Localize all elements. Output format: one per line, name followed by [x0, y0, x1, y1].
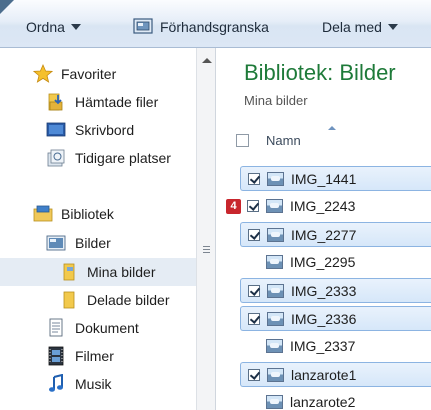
file-name: IMG_2277: [291, 227, 357, 243]
content-pane: Bibliotek: Bilder Mina bilder Namn IMG_1…: [216, 48, 431, 410]
file-name: lanzarote1: [291, 367, 357, 383]
file-name: IMG_2337: [290, 338, 356, 354]
desktop-icon: [46, 122, 66, 137]
recent-places-icon: [47, 149, 65, 167]
nav-item-my-pictures[interactable]: Mina bilder: [0, 259, 196, 285]
window-corner: [0, 0, 14, 14]
splitter-grip-icon[interactable]: [203, 246, 210, 255]
image-file-icon: [267, 228, 284, 242]
image-file-icon: [266, 395, 283, 409]
nav-item-downloads[interactable]: Hämtade filer: [0, 89, 196, 115]
pictures-icon: [46, 235, 66, 251]
nav-label: Musik: [75, 376, 112, 392]
nav-label: Mina bilder: [87, 264, 156, 280]
file-checkbox[interactable]: [247, 200, 259, 212]
file-checkbox[interactable]: [248, 229, 260, 241]
file-checkbox[interactable]: [248, 369, 260, 381]
nav-label: Bilder: [75, 235, 111, 251]
chevron-down-icon: [387, 24, 398, 31]
file-name: IMG_2295: [290, 254, 356, 270]
nav-label: Skrivbord: [75, 122, 135, 138]
nav-scrollbar[interactable]: [196, 48, 216, 410]
column-name-label[interactable]: Namn: [266, 133, 301, 148]
scroll-up-arrow-icon[interactable]: [202, 58, 212, 63]
music-note-icon: [49, 374, 63, 392]
image-file-icon: [267, 284, 284, 298]
file-name: lanzarote2: [290, 394, 356, 410]
preview-icon: [133, 18, 153, 34]
share-label: Dela med: [322, 19, 382, 35]
nav-label: Delade bilder: [87, 292, 170, 308]
nav-item-favorites[interactable]: Favoriter: [0, 61, 196, 87]
nav-item-videos[interactable]: Filmer: [0, 343, 196, 369]
file-name: IMG_1441: [291, 171, 357, 187]
column-header[interactable]: Namn: [216, 124, 431, 154]
image-file-icon: [267, 312, 284, 326]
callout-badge: 4: [226, 199, 241, 214]
file-row[interactable]: IMG_2243: [240, 194, 431, 219]
downloads-folder-icon: [48, 93, 63, 111]
organize-button[interactable]: Ordna: [26, 17, 81, 37]
file-row[interactable]: lanzarote2: [240, 390, 431, 410]
file-row[interactable]: IMG_2277: [240, 222, 431, 247]
file-name: IMG_2333: [291, 283, 357, 299]
file-name: IMG_2243: [290, 198, 356, 214]
library-icon: [33, 205, 53, 222]
share-button[interactable]: Dela med: [322, 17, 398, 37]
navigation-pane: Favoriter Hämtade filer Skrivbord Tidiga…: [0, 48, 196, 410]
nav-item-music[interactable]: Musik: [0, 371, 196, 397]
image-file-icon: [266, 255, 283, 269]
image-file-icon: [267, 172, 284, 186]
file-row[interactable]: IMG_1441: [240, 166, 431, 191]
folder-icon: [63, 263, 75, 281]
organize-label: Ordna: [26, 19, 65, 35]
nav-label: Bibliotek: [61, 206, 114, 222]
nav-label: Filmer: [75, 348, 114, 364]
file-row[interactable]: IMG_2333: [240, 278, 431, 303]
file-row[interactable]: IMG_2336: [240, 306, 431, 331]
nav-label: Dokument: [75, 320, 139, 336]
nav-item-libraries[interactable]: Bibliotek: [0, 201, 196, 227]
file-checkbox[interactable]: [248, 313, 260, 325]
nav-label: Hämtade filer: [75, 94, 159, 110]
star-icon: [33, 64, 53, 83]
documents-icon: [49, 318, 63, 337]
file-row[interactable]: lanzarote1: [240, 362, 431, 387]
image-file-icon: [266, 199, 283, 213]
sort-ascending-icon: [328, 126, 336, 130]
nav-label: Favoriter: [61, 66, 117, 82]
file-checkbox[interactable]: [248, 173, 260, 185]
folder-icon: [63, 291, 75, 309]
image-file-icon: [266, 339, 283, 353]
image-file-icon: [267, 368, 284, 382]
file-checkbox[interactable]: [248, 285, 260, 297]
preview-label: Förhandsgranska: [160, 19, 269, 35]
nav-item-recent-places[interactable]: Tidigare platser: [0, 145, 196, 171]
chevron-down-icon: [70, 24, 81, 31]
preview-button[interactable]: Förhandsgranska: [160, 17, 269, 37]
nav-item-documents[interactable]: Dokument: [0, 315, 196, 341]
library-subtitle: Mina bilder: [244, 93, 308, 108]
film-icon: [48, 346, 64, 366]
command-bar: Ordna Förhandsgranska Dela med: [0, 0, 431, 48]
select-all-checkbox[interactable]: [236, 134, 249, 147]
file-row[interactable]: IMG_2295: [240, 250, 431, 275]
nav-item-desktop[interactable]: Skrivbord: [0, 117, 196, 143]
nav-item-pictures[interactable]: Bilder: [0, 230, 196, 256]
library-title: Bibliotek: Bilder: [244, 60, 396, 85]
file-row[interactable]: IMG_2337: [240, 334, 431, 359]
nav-label: Tidigare platser: [75, 150, 171, 166]
nav-item-shared-pictures[interactable]: Delade bilder: [0, 287, 196, 313]
file-name: IMG_2336: [291, 311, 357, 327]
